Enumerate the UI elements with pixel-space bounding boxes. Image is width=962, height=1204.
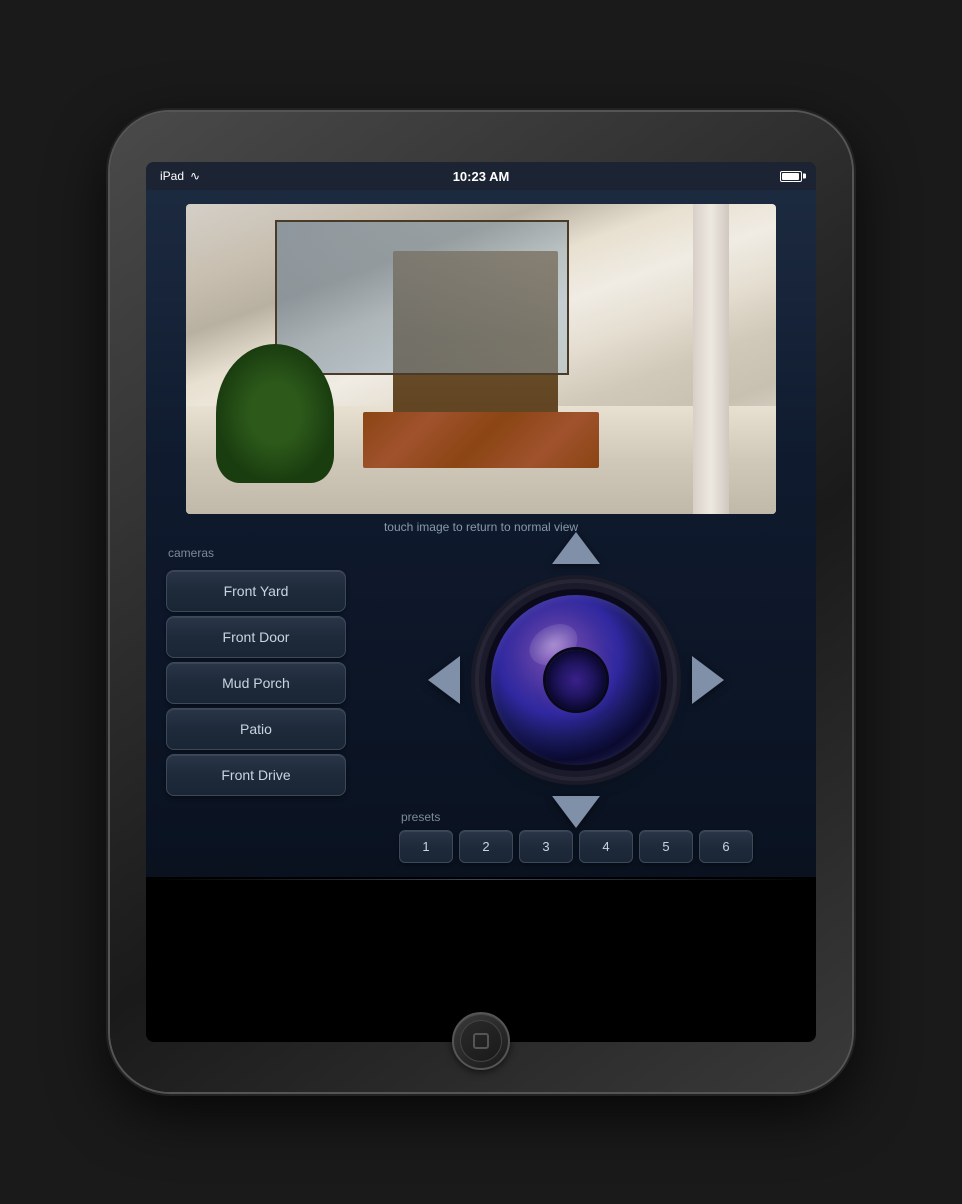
- home-button[interactable]: [452, 1012, 510, 1070]
- status-right: [780, 171, 802, 182]
- camera-btn-front-drive[interactable]: Front Drive: [166, 754, 346, 796]
- separator: [146, 879, 816, 880]
- wifi-icon: ∿: [190, 169, 200, 183]
- battery-icon: [780, 171, 802, 182]
- status-bar: iPad ∿ 10:23 AM: [146, 162, 816, 190]
- status-left: iPad ∿: [160, 169, 200, 183]
- preset-btn-3[interactable]: 3: [519, 830, 573, 863]
- camera-feed[interactable]: [186, 204, 776, 514]
- home-button-inner: [460, 1020, 502, 1062]
- ptz-ring: [446, 550, 706, 810]
- status-time: 10:23 AM: [453, 169, 510, 184]
- ipad-device: iPad ∿ 10:23 AM: [110, 112, 852, 1092]
- preset-btn-1[interactable]: 1: [399, 830, 453, 863]
- lens-inner: [546, 650, 606, 710]
- home-square-icon: [473, 1033, 489, 1049]
- touch-hint: touch image to return to normal view: [146, 514, 816, 538]
- preset-btn-5[interactable]: 5: [639, 830, 693, 863]
- camera-list: cameras Front Yard Front Door Mud Porch …: [166, 546, 346, 867]
- preset-btn-6[interactable]: 6: [699, 830, 753, 863]
- camera-lens: [491, 595, 661, 765]
- cameras-label: cameras: [166, 546, 346, 560]
- ptz-area: [446, 550, 706, 810]
- camera-btn-front-yard[interactable]: Front Yard: [166, 570, 346, 612]
- camera-btn-front-door[interactable]: Front Door: [166, 616, 346, 658]
- carrier-label: iPad: [160, 169, 184, 183]
- door-scene: [186, 204, 776, 514]
- camera-btn-patio[interactable]: Patio: [166, 708, 346, 750]
- ipad-screen: iPad ∿ 10:23 AM: [146, 162, 816, 1042]
- ptz-left-button[interactable]: [428, 656, 460, 704]
- ptz-right-button[interactable]: [692, 656, 724, 704]
- app-area: touch image to return to normal view cam…: [146, 190, 816, 877]
- ptz-up-button[interactable]: [552, 532, 600, 564]
- preset-buttons: 1 2 3 4 5 6: [399, 830, 753, 863]
- camera-btn-mud-porch[interactable]: Mud Porch: [166, 662, 346, 704]
- preset-btn-4[interactable]: 4: [579, 830, 633, 863]
- controls-area: cameras Front Yard Front Door Mud Porch …: [146, 538, 816, 877]
- ptz-down-button[interactable]: [552, 796, 600, 828]
- ptz-and-presets: presets 1 2 3 4 5 6: [356, 546, 796, 867]
- preset-btn-2[interactable]: 2: [459, 830, 513, 863]
